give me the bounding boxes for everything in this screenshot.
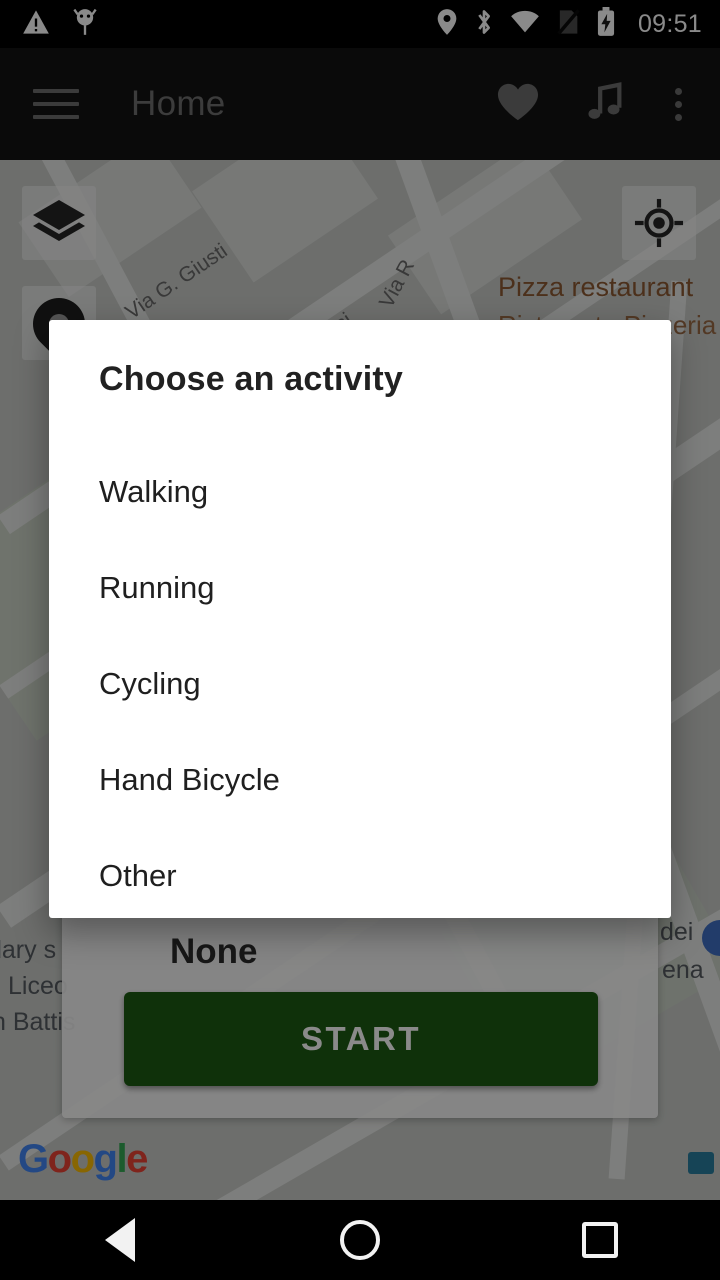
activity-option-other[interactable]: Other [49, 828, 671, 924]
nav-back-button[interactable] [20, 1200, 220, 1280]
activity-option-running[interactable]: Running [49, 540, 671, 636]
activity-option-cycling[interactable]: Cycling [49, 636, 671, 732]
android-navigation-bar [0, 1200, 720, 1280]
activity-option-hand-bicycle[interactable]: Hand Bicycle [49, 732, 671, 828]
phone-screen: 09:51 Home Via G. Giusti Via R Pizza res… [0, 0, 720, 1280]
dialog-title: Choose an activity [99, 360, 404, 398]
nav-recents-button[interactable] [500, 1200, 700, 1280]
choose-activity-dialog: Choose an activity Walking Running Cycli… [49, 320, 671, 918]
activity-options-list: Walking Running Cycling Hand Bicycle Oth… [49, 444, 671, 924]
nav-home-button[interactable] [260, 1200, 460, 1280]
recents-icon [582, 1222, 618, 1258]
back-icon [105, 1218, 135, 1262]
activity-option-walking[interactable]: Walking [49, 444, 671, 540]
home-icon [340, 1220, 380, 1260]
